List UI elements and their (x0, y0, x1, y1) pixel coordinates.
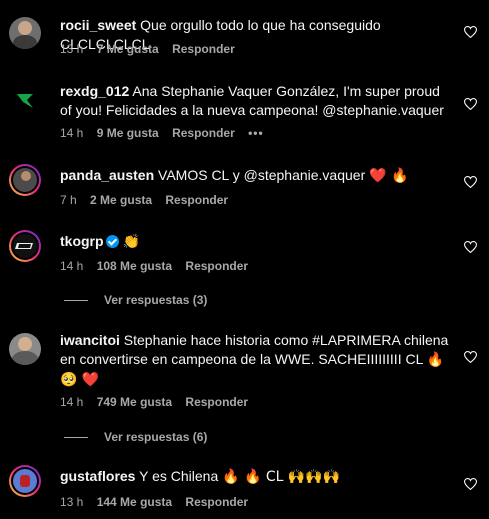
view-replies-button[interactable]: Ver respuestas (3) (64, 293, 207, 307)
reply-button[interactable]: Responder (185, 395, 248, 409)
comment-username[interactable]: rocii_sweet (60, 17, 136, 33)
avatar[interactable] (9, 17, 41, 49)
comment-likes[interactable]: 2 Me gusta (90, 193, 152, 207)
reply-button[interactable]: Responder (185, 259, 248, 273)
comment-meta: 14 h 108 Me gusta Responder (60, 259, 258, 273)
emoji-text: ❤️ 🔥 (369, 168, 409, 184)
avatar-logo-icon (17, 94, 33, 108)
view-replies-label: Ver respuestas (6) (104, 430, 208, 444)
comment-body: rexdg_012 Ana Stephanie Vaquer González,… (60, 82, 449, 120)
more-options-icon[interactable]: ••• (248, 126, 264, 140)
avatar[interactable] (9, 164, 41, 196)
comment-body: tkogrp 👏 (60, 232, 449, 252)
emoji-text: 🔥 🔥 CL 🙌🙌🙌 (222, 469, 341, 485)
reply-button[interactable]: Responder (185, 495, 248, 509)
comment-username[interactable]: iwancitoi (60, 332, 120, 348)
comment-body: iwancitoi Stephanie hace historia como #… (60, 331, 449, 390)
comment-likes[interactable]: 108 Me gusta (97, 259, 172, 273)
comment-meta: 7 h 2 Me gusta Responder (60, 193, 238, 207)
comment-meta: 14 h 9 Me gusta Responder ••• (60, 126, 274, 140)
heart-icon[interactable] (464, 98, 477, 110)
comment-username[interactable]: panda_austen (60, 167, 154, 183)
heart-icon[interactable] (464, 26, 477, 38)
tko-logo-icon (15, 243, 33, 249)
comment-username[interactable]: rexdg_012 (60, 83, 129, 99)
reply-button[interactable]: Responder (172, 126, 235, 140)
comment-time: 13 h (60, 42, 84, 56)
divider (64, 437, 88, 439)
avatar[interactable] (9, 465, 41, 497)
comment-time: 7 h (60, 193, 77, 207)
divider (64, 300, 88, 302)
comment-meta: 13 h 7 Me gusta Responder (60, 42, 245, 56)
comment-username[interactable]: tkogrp (60, 233, 104, 249)
reply-button[interactable]: Responder (172, 42, 235, 56)
avatar[interactable] (9, 230, 41, 262)
reply-button[interactable]: Responder (165, 193, 228, 207)
heart-icon[interactable] (464, 351, 477, 363)
comment-likes[interactable]: 144 Me gusta (97, 495, 172, 509)
avatar[interactable] (9, 84, 41, 116)
comment-likes[interactable]: 749 Me gusta (97, 395, 172, 409)
comment-username[interactable]: gustaflores (60, 468, 135, 484)
heart-icon[interactable] (464, 478, 477, 490)
heart-icon[interactable] (464, 176, 477, 188)
view-replies-label: Ver respuestas (3) (104, 293, 208, 307)
comment-body: panda_austen VAMOS CL y @stephanie.vaque… (60, 166, 449, 186)
comment-likes[interactable]: 7 Me gusta (97, 42, 159, 56)
comment-time: 14 h (60, 126, 84, 140)
comment-meta: 14 h 749 Me gusta Responder (60, 395, 258, 409)
comment-time: 13 h (60, 495, 84, 509)
view-replies-button[interactable]: Ver respuestas (6) (64, 430, 207, 444)
emoji-text: 👏 (122, 234, 140, 250)
comment-time: 14 h (60, 259, 84, 273)
comment-text: VAMOS CL y @stephanie.vaquer (158, 167, 366, 183)
verified-badge-icon (105, 235, 119, 248)
comment-meta: 13 h 144 Me gusta Responder (60, 495, 258, 509)
comment-body: gustaflores Y es Chilena 🔥 🔥 CL 🙌🙌🙌 (60, 467, 449, 487)
avatar[interactable] (9, 333, 41, 365)
comment-text: Y es Chilena (139, 468, 219, 484)
comment-likes[interactable]: 9 Me gusta (97, 126, 159, 140)
comment-time: 14 h (60, 395, 84, 409)
heart-icon[interactable] (464, 241, 477, 253)
